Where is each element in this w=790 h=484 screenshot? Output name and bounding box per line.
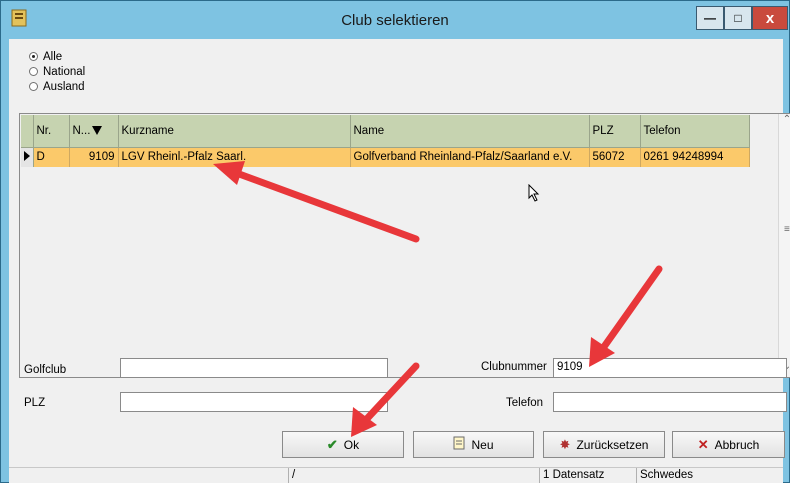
telefon-label: Telefon xyxy=(506,397,544,409)
table-header-row: Nr. N... Kurzname Name PLZ Telefon xyxy=(21,115,750,148)
sort-descending-icon xyxy=(92,126,103,136)
mouse-cursor-icon xyxy=(528,184,540,202)
col-header-plz[interactable]: PLZ xyxy=(589,115,641,148)
cell-nummer[interactable]: 9109 xyxy=(69,147,119,167)
col-header-nummer-label: N... xyxy=(72,124,91,137)
window-title: Club selektieren xyxy=(341,12,449,29)
radio-label-alle: Alle xyxy=(43,50,63,63)
maximize-button[interactable]: □ xyxy=(724,6,752,30)
col-header-nr[interactable]: Nr. xyxy=(33,115,70,148)
reset-label: Zurücksetzen xyxy=(576,437,649,452)
table-row[interactable]: D 9109 LGV Rheinl.-Pfalz Saarl. Golfverb… xyxy=(21,147,750,167)
col-header-kurzname[interactable]: Kurzname xyxy=(118,115,351,148)
status-bar: / 1 Datensatz Schwedes xyxy=(9,467,783,483)
radio-dot[interactable] xyxy=(29,67,38,76)
ok-button[interactable]: ✔ Ok xyxy=(282,431,404,458)
title-bar: Club selektieren — □ x xyxy=(1,1,789,39)
reset-button[interactable]: ✸ Zurücksetzen xyxy=(543,431,665,458)
x-icon: ✕ xyxy=(697,436,709,452)
ok-label: Ok xyxy=(343,437,360,452)
radio-alle[interactable]: Alle xyxy=(29,49,85,64)
club-grid[interactable]: Nr. N... Kurzname Name PLZ Telefon D 910… xyxy=(19,113,790,378)
checkmark-icon: ✔ xyxy=(326,436,338,452)
dialog-client: Alle National Ausland Nr. N... Kurzname … xyxy=(9,39,790,483)
cell-telefon[interactable]: 0261 94248994 xyxy=(640,147,750,167)
golfclub-input[interactable] xyxy=(120,358,388,378)
abbruch-label: Abbruch xyxy=(714,437,760,452)
vertical-scrollbar[interactable]: ⌃ ≡ ⌄ xyxy=(778,114,790,377)
dialog-window: Club selektieren — □ x Alle National Aus… xyxy=(0,0,790,483)
col-header-name[interactable]: Name xyxy=(350,115,590,148)
status-user: Schwedes xyxy=(636,468,780,483)
header-indicator xyxy=(21,115,34,148)
minimize-button[interactable]: — xyxy=(696,6,724,30)
row-indicator xyxy=(21,147,34,167)
abbruch-button[interactable]: ✕ Abbruch xyxy=(672,431,785,458)
radio-label-national: National xyxy=(43,65,86,78)
current-row-icon xyxy=(24,150,30,161)
scroll-up-icon[interactable]: ⌃ xyxy=(779,114,790,130)
new-document-icon xyxy=(453,436,465,453)
scroll-grip-icon[interactable]: ≡ xyxy=(784,224,790,235)
clubnummer-label: Clubnummer xyxy=(481,361,547,373)
neu-button[interactable]: Neu xyxy=(413,431,534,458)
col-header-nummer[interactable]: N... xyxy=(69,115,119,148)
golfclub-label: Golfclub xyxy=(24,364,67,376)
status-cell-path: / xyxy=(288,468,532,483)
status-record-count: 1 Datensatz xyxy=(539,468,633,483)
plz-label: PLZ xyxy=(24,397,46,409)
cell-kurzname[interactable]: LGV Rheinl.-Pfalz Saarl. xyxy=(118,147,351,167)
cell-plz[interactable]: 56072 xyxy=(589,147,641,167)
radio-label-ausland: Ausland xyxy=(43,80,85,93)
cell-nr[interactable]: D xyxy=(33,147,70,167)
radio-dot[interactable] xyxy=(29,52,38,61)
reset-icon: ✸ xyxy=(559,436,571,452)
clubnummer-input[interactable]: 9109 xyxy=(553,358,787,378)
cell-name[interactable]: Golfverband Rheinland-Pfalz/Saarland e.V… xyxy=(350,147,590,167)
radio-ausland[interactable]: Ausland xyxy=(29,79,85,94)
radio-national[interactable]: National xyxy=(29,64,85,79)
close-button[interactable]: x xyxy=(752,6,788,30)
neu-label: Neu xyxy=(471,437,494,452)
club-table: Nr. N... Kurzname Name PLZ Telefon D 910… xyxy=(21,115,750,167)
plz-input[interactable] xyxy=(120,392,388,412)
col-header-telefon[interactable]: Telefon xyxy=(640,115,750,148)
telefon-input[interactable] xyxy=(553,392,787,412)
radio-dot[interactable] xyxy=(29,82,38,91)
filter-radio-group: Alle National Ausland xyxy=(29,49,85,94)
